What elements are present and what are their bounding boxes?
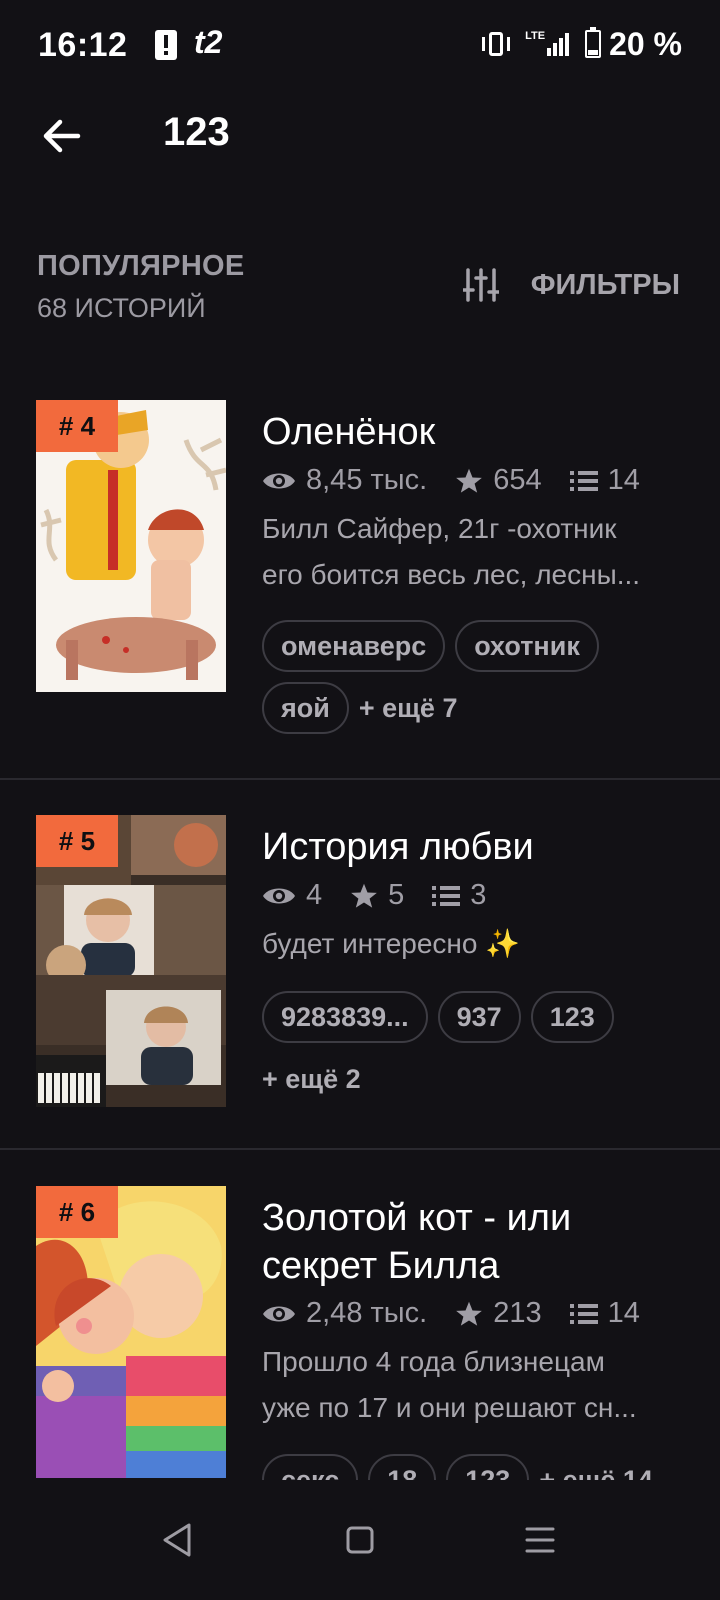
tag-chip[interactable]: яой: [262, 682, 349, 734]
vibrate-icon: [479, 31, 513, 57]
battery-percent: 20 %: [609, 25, 682, 62]
story-card[interactable]: # 5 История любви 4 5 3 будет интересно …: [0, 815, 720, 1145]
tag-chip[interactable]: оменаверс: [262, 620, 446, 672]
story-stats: 4 5 3: [262, 879, 514, 912]
tag-chip[interactable]: 9283839...: [262, 991, 428, 1043]
nav-recents-button[interactable]: [515, 1515, 565, 1565]
votes-count: 5: [388, 879, 405, 911]
rank-badge: # 5: [36, 815, 118, 867]
nav-back-button[interactable]: [153, 1515, 203, 1565]
star-icon: [456, 1301, 483, 1326]
votes-count: 213: [493, 1297, 542, 1329]
divider: [0, 1148, 720, 1150]
status-right-group: LTE 20 %: [479, 26, 682, 62]
rank-badge: # 4: [36, 400, 118, 452]
parts-stat: 3: [432, 879, 486, 912]
description-line: Билл Сайфер, 21г -охотник: [262, 513, 617, 544]
description-line: уже по 17 и они решают сн...: [262, 1392, 637, 1423]
list-icon: [569, 1303, 598, 1324]
nav-home-button[interactable]: [335, 1515, 385, 1565]
alert-icon: [155, 30, 177, 60]
arrow-left-icon: [43, 119, 81, 153]
section-title: ПОПУЛЯРНОЕ: [37, 250, 245, 282]
tag-list: 9283839... 937 123 + ещё 2: [262, 991, 692, 1115]
story-cover-image[interactable]: # 5: [36, 815, 226, 1107]
recents-menu-icon: [525, 1527, 555, 1553]
story-title-line: секрет Билла: [262, 1245, 500, 1287]
page-title: 123: [163, 110, 230, 154]
parts-stat: 14: [569, 1297, 640, 1330]
story-title-line: Золотой кот - или: [262, 1197, 572, 1239]
parts-count: 14: [607, 1297, 640, 1329]
star-icon: [456, 468, 483, 493]
description-line: Прошло 4 года близнецам: [262, 1346, 605, 1377]
votes-stat: 654: [455, 464, 542, 497]
views-stat: 8,45 тыс.: [262, 464, 427, 497]
votes-stat: 213: [455, 1297, 542, 1330]
status-time: 16:12: [38, 26, 128, 64]
back-button[interactable]: [38, 112, 86, 160]
views-count: 8,45 тыс.: [306, 464, 428, 496]
story-card[interactable]: # 6 Золотой кот - или секрет Билла 2,48 …: [0, 1186, 720, 1506]
votes-count: 654: [493, 464, 542, 496]
filters-button[interactable]: ФИЛЬТРЫ: [462, 268, 680, 302]
story-card[interactable]: # 4 Оленёнок 8,45 тыс. 654 14 Билл Сайфе…: [0, 400, 720, 770]
eye-icon: [263, 473, 295, 488]
eye-icon: [263, 1306, 295, 1321]
description-line: будет интересно ✨: [262, 928, 521, 959]
story-stats: 2,48 тыс. 213 14: [262, 1297, 668, 1330]
list-icon: [432, 885, 461, 906]
parts-stat: 14: [569, 464, 640, 497]
more-tags-link[interactable]: + ещё 7: [359, 682, 458, 734]
views-stat: 2,48 тыс.: [262, 1297, 427, 1330]
views-count: 2,48 тыс.: [306, 1297, 428, 1329]
story-stats: 8,45 тыс. 654 14: [262, 464, 668, 497]
description-line: его боится весь лес, лесны...: [262, 559, 641, 590]
views-count: 4: [306, 879, 323, 911]
story-title[interactable]: История любви: [262, 823, 534, 871]
tag-list: оменаверс охотник яой + ещё 7: [262, 620, 692, 744]
filters-label: ФИЛЬТРЫ: [530, 268, 680, 301]
story-cover-image[interactable]: # 6: [36, 1186, 226, 1478]
list-icon: [569, 470, 598, 491]
network-type-label: LTE: [525, 30, 546, 42]
app-header: 123: [0, 92, 720, 180]
back-triangle-icon: [163, 1523, 191, 1557]
divider: [0, 778, 720, 780]
story-cover-image[interactable]: # 4: [36, 400, 226, 692]
status-bar: 16:12 t2 LTE 20 %: [0, 0, 720, 92]
star-icon: [351, 883, 377, 908]
story-description: Билл Сайфер, 21г -охотник его боится вес…: [262, 506, 687, 598]
votes-stat: 5: [350, 879, 404, 912]
battery-icon: [585, 27, 602, 58]
sliders-icon: [462, 268, 499, 302]
carrier-label: t2: [194, 24, 223, 60]
tag-chip[interactable]: охотник: [455, 620, 599, 672]
tag-chip[interactable]: 123: [530, 991, 614, 1043]
story-title[interactable]: Оленёнок: [262, 408, 435, 456]
views-stat: 4: [262, 879, 322, 912]
story-description: будет интересно ✨: [262, 921, 687, 967]
story-count: 68 ИСТОРИЙ: [37, 293, 206, 323]
story-title-line: История любви: [262, 826, 534, 868]
rank-badge: # 6: [36, 1186, 118, 1238]
system-nav-bar: [0, 1480, 720, 1600]
parts-count: 3: [470, 879, 487, 911]
eye-icon: [263, 888, 295, 903]
tag-chip[interactable]: 937: [437, 991, 521, 1043]
home-square-icon: [346, 1526, 374, 1554]
story-title[interactable]: Золотой кот - или секрет Билла: [262, 1194, 571, 1290]
story-title-line: Оленёнок: [262, 411, 436, 453]
story-description: Прошло 4 года близнецам уже по 17 и они …: [262, 1339, 687, 1431]
signal-icon: [547, 32, 571, 56]
more-tags-link[interactable]: + ещё 2: [262, 1053, 361, 1105]
parts-count: 14: [607, 464, 640, 496]
